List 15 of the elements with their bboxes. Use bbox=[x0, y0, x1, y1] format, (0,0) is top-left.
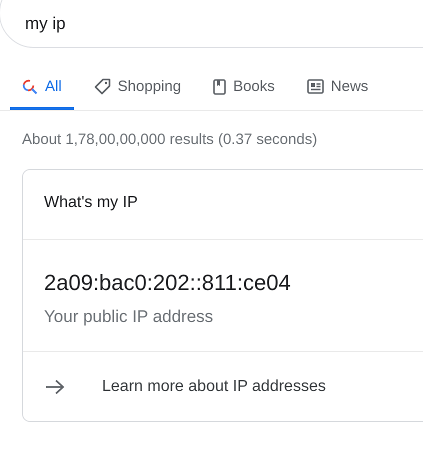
tab[interactable]: News bbox=[294, 78, 380, 110]
tab[interactable]: Books bbox=[201, 78, 287, 110]
tab[interactable]: Shopping bbox=[82, 78, 194, 110]
tab[interactable]: All bbox=[10, 78, 74, 110]
tag-icon bbox=[94, 78, 111, 95]
book-icon bbox=[213, 78, 226, 94]
ip-address: 2a09:bac0:202::811:ce04 bbox=[43, 269, 292, 296]
news-icon bbox=[306, 79, 324, 94]
card-title: What's my IP bbox=[23, 170, 423, 240]
arrow-icon bbox=[45, 379, 65, 395]
search-field[interactable]: my ip bbox=[0, 0, 423, 48]
result-stats: About 1,78,00,00,000 results (0.37 seconds) bbox=[22, 131, 318, 148]
ip-caption: Your public IP address bbox=[23, 296, 423, 352]
learn-more-link[interactable]: Learn more about IP addresses bbox=[102, 378, 326, 396]
search-icon bbox=[22, 78, 38, 94]
